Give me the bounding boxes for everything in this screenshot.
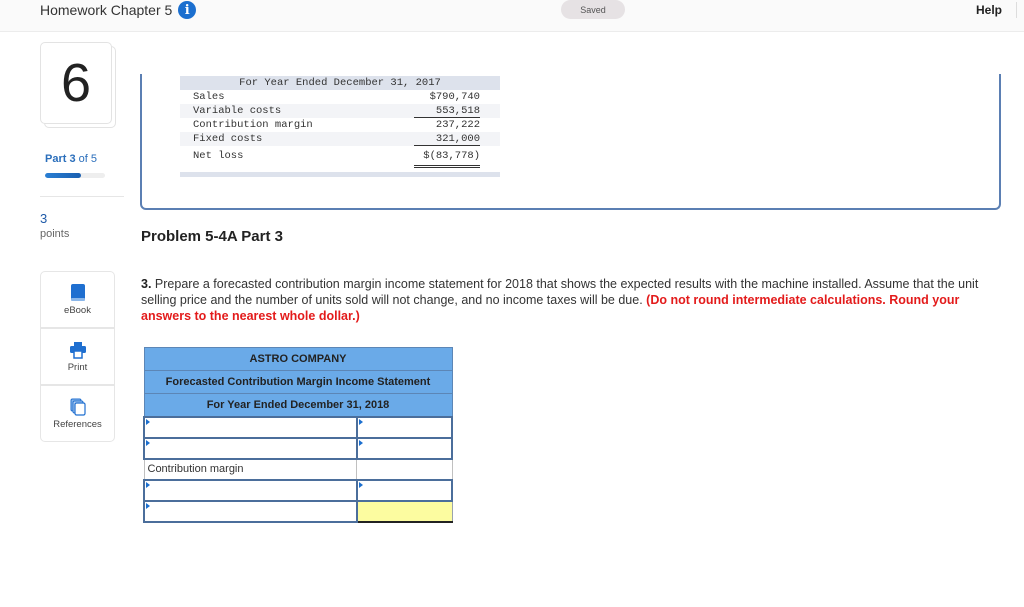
ref-row-contribution-margin: Contribution margin 237,222 [180, 118, 500, 132]
ref-label: Fixed costs [193, 133, 263, 145]
part-indicator: Part 3 of 5 [45, 153, 97, 165]
answer-header-company: ASTRO COMPANY [143, 347, 453, 371]
rail-divider [40, 196, 124, 197]
references-button[interactable]: References [40, 385, 115, 442]
ref-row-net-loss: Net loss $(83,778) [180, 146, 500, 168]
top-bar: Homework Chapter 5 i Saved Help [0, 0, 1024, 32]
amount-input[interactable] [355, 436, 454, 460]
ebook-button[interactable]: eBook [40, 271, 115, 328]
answer-row-final [143, 499, 453, 523]
amount-input[interactable] [355, 478, 454, 502]
ref-value: 237,222 [435, 119, 480, 131]
points-value: 3 [40, 211, 48, 226]
ref-label: Variable costs [193, 105, 282, 117]
ref-row-fixed-costs: Fixed costs 321,000 [180, 132, 500, 146]
contribution-margin-label: Contribution margin [143, 458, 358, 480]
printer-icon [69, 341, 86, 359]
references-label: References [53, 419, 102, 430]
dropdown-flag-icon [146, 481, 150, 488]
points-label: points [40, 228, 70, 240]
reference-income-statement: For Year Ended December 31, 2017 Sales $… [180, 76, 500, 177]
ref-value: 553,518 [414, 104, 480, 118]
info-icon[interactable]: i [178, 1, 197, 19]
ref-value: $(83,778) [414, 146, 480, 168]
line-item-dropdown[interactable] [143, 415, 358, 439]
answer-header-period: For Year Ended December 31, 2018 [143, 393, 453, 417]
problem-title: Problem 5-4A Part 3 [141, 228, 283, 245]
input-flag-icon [358, 418, 363, 425]
answer-row [143, 436, 454, 460]
reference-period: For Year Ended December 31, 2017 [180, 76, 500, 90]
print-button[interactable]: Print [40, 328, 115, 385]
part-current: 3 [69, 153, 76, 165]
header-divider [1016, 2, 1017, 18]
ref-value: 321,000 [414, 132, 480, 146]
company-name: ASTRO COMPANY [143, 347, 453, 371]
part-total: of 5 [78, 153, 98, 165]
input-flag-icon [358, 481, 363, 488]
answer-row [143, 478, 454, 502]
assignment-title: Homework Chapter 5 i [40, 1, 197, 19]
ref-label: Contribution margin [193, 119, 313, 131]
references-icon [70, 398, 86, 416]
part-word: Part [45, 153, 67, 165]
statement-period: For Year Ended December 31, 2018 [143, 393, 453, 417]
part-progress-bar [45, 173, 105, 178]
net-income-output [356, 500, 453, 523]
part-progress-fill [45, 173, 81, 178]
question-number-card: 6 [40, 42, 116, 128]
answer-header-statement: Forecasted Contribution Margin Income St… [143, 370, 453, 394]
dropdown-flag-icon [146, 502, 150, 509]
assignment-title-text: Homework Chapter 5 [40, 2, 173, 18]
amount-input[interactable] [355, 415, 454, 439]
ref-row-variable-costs: Variable costs 553,518 [180, 104, 500, 118]
ref-value: $790,740 [429, 91, 480, 103]
answer-row-contribution-margin: Contribution margin [143, 458, 453, 480]
statement-name: Forecasted Contribution Margin Income St… [143, 370, 453, 394]
dropdown-flag-icon [146, 439, 150, 446]
book-icon [70, 284, 86, 302]
answer-row [143, 415, 454, 439]
line-item-dropdown[interactable] [143, 499, 358, 523]
dropdown-flag-icon [146, 418, 150, 425]
contribution-margin-value [356, 458, 453, 480]
print-label: Print [67, 362, 88, 373]
ref-label: Sales [193, 91, 225, 103]
saved-status-badge: Saved [561, 0, 625, 19]
input-flag-icon [358, 439, 363, 446]
line-item-dropdown[interactable] [143, 436, 358, 460]
line-item-dropdown[interactable] [143, 478, 358, 502]
answer-income-statement: ASTRO COMPANY Forecasted Contribution Ma… [143, 347, 454, 523]
reference-footer-bar [180, 172, 500, 177]
question-number: 6 [40, 42, 112, 124]
ref-row-sales: Sales $790,740 [180, 90, 500, 104]
problem-instructions: 3. Prepare a forecasted contribution mar… [141, 276, 981, 324]
problem-number: 3. [141, 277, 152, 291]
help-button[interactable]: Help [976, 3, 1002, 17]
ref-label: Net loss [193, 150, 244, 162]
ebook-label: eBook [64, 305, 91, 316]
